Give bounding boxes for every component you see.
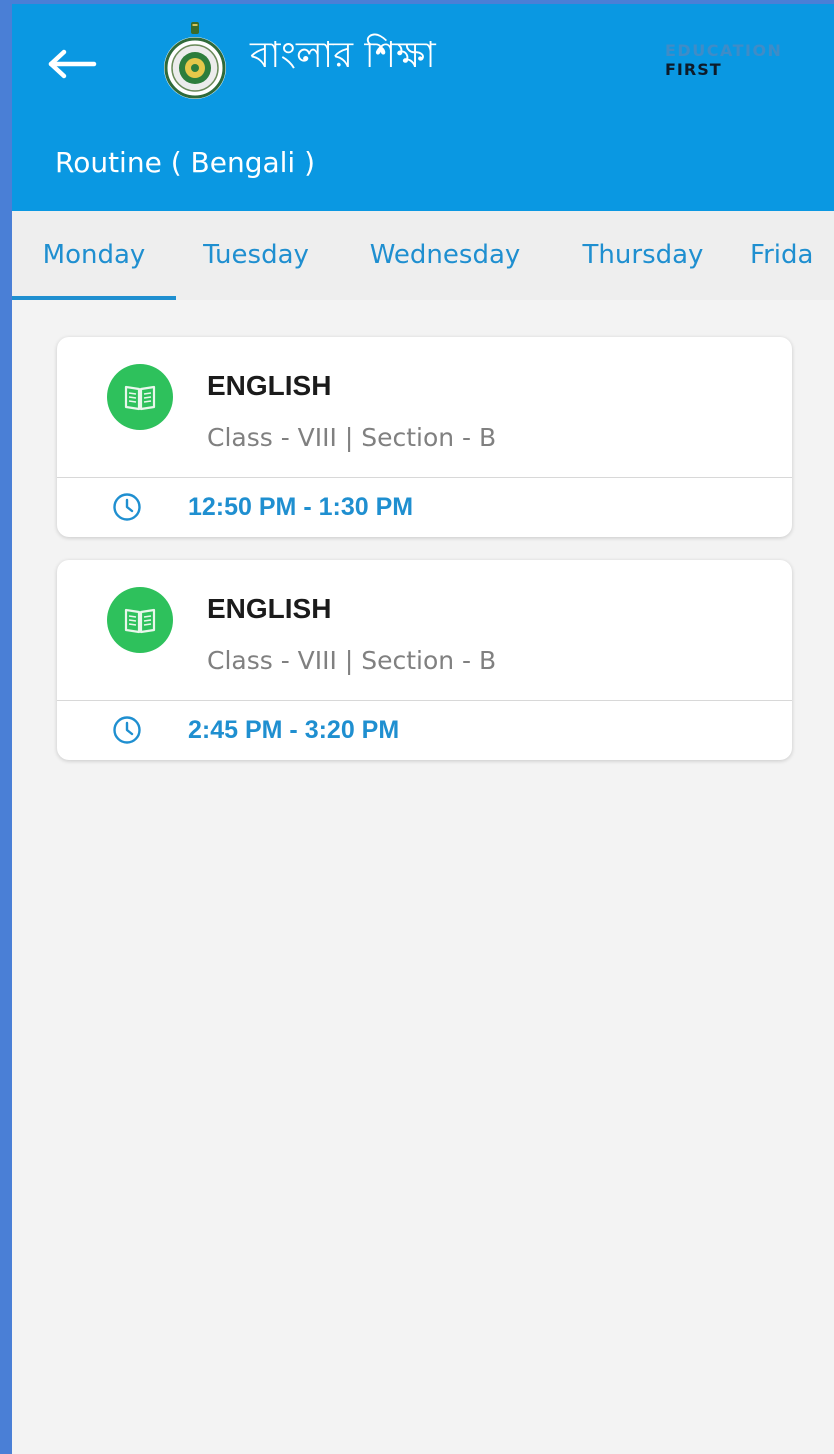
book-icon bbox=[124, 385, 156, 411]
clock-icon bbox=[113, 493, 141, 521]
subject-icon-badge bbox=[107, 587, 173, 653]
app-screen: বাংলার শিক্ষা EDUCATION FIRST Routine ( … bbox=[0, 0, 834, 1454]
card-divider bbox=[57, 477, 792, 478]
selected-tab-indicator bbox=[12, 296, 176, 300]
page-title: Routine ( Bengali ) bbox=[55, 146, 316, 179]
period-time: 2:45 PM - 3:20 PM bbox=[188, 716, 400, 744]
tab-monday[interactable]: Monday bbox=[12, 211, 176, 300]
tab-wednesday[interactable]: Wednesday bbox=[355, 211, 535, 300]
tab-thursday[interactable]: Thursday bbox=[568, 211, 718, 300]
routine-card[interactable]: ENGLISH Class - VIII | Section - B 2:45 … bbox=[57, 560, 792, 760]
app-bar: বাংলার শিক্ষা EDUCATION FIRST Routine ( … bbox=[12, 4, 834, 211]
tab-friday[interactable]: Frida bbox=[750, 211, 834, 300]
partner-logo-bottom: FIRST bbox=[665, 60, 722, 79]
clock-icon bbox=[113, 716, 141, 744]
subject-name: ENGLISH bbox=[207, 370, 332, 401]
class-section: Class - VIII | Section - B bbox=[207, 646, 497, 675]
back-button[interactable] bbox=[42, 36, 102, 92]
partner-logo-top: EDUCATION bbox=[665, 41, 783, 60]
day-tabs: Monday Tuesday Wednesday Thursday Frida bbox=[12, 211, 834, 300]
app-brand-title: বাংলার শিক্ষা bbox=[250, 35, 436, 76]
class-section: Class - VIII | Section - B bbox=[207, 423, 497, 452]
card-divider bbox=[57, 700, 792, 701]
tab-tuesday[interactable]: Tuesday bbox=[186, 211, 326, 300]
state-emblem-icon bbox=[164, 22, 226, 99]
routine-card[interactable]: ENGLISH Class - VIII | Section - B 12:50… bbox=[57, 337, 792, 537]
subject-icon-badge bbox=[107, 364, 173, 430]
period-time: 12:50 PM - 1:30 PM bbox=[188, 493, 414, 521]
arrow-left-icon bbox=[48, 49, 97, 79]
subject-name: ENGLISH bbox=[207, 593, 332, 624]
book-icon bbox=[124, 608, 156, 634]
